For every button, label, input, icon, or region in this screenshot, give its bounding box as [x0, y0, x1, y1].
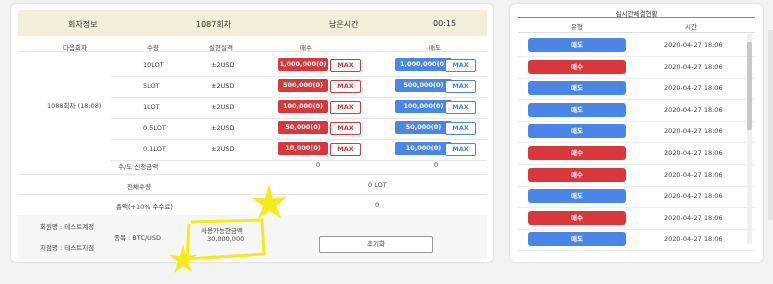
risk-cell: ±2USD [211, 124, 235, 132]
qty-cell: 0.1LOT [143, 145, 166, 153]
sell-type-badge: 매도 [528, 232, 626, 247]
risk-cell: ±2USD [211, 103, 235, 111]
realtime-header: 유형 시간 [518, 17, 755, 33]
reset-button[interactable]: 초기화 [319, 236, 433, 253]
sell-type-badge: 매도 [528, 102, 626, 117]
member-name: 회원명 : 테스트계정 [40, 223, 95, 231]
sell-max-button[interactable]: MAX [445, 80, 476, 93]
divider [111, 76, 487, 77]
sell-type-badge: 매도 [528, 38, 626, 52]
round-label: 회차정보 [68, 20, 98, 29]
buy-amount-button[interactable]: 500,000(0) [278, 79, 328, 92]
fee-sell-value: 0 [434, 161, 439, 169]
realtime-row: 매수 2020-04-27 18:06 [518, 143, 755, 165]
buy-max-button[interactable]: MAX [330, 122, 361, 135]
qty-cell: 10LOT [143, 61, 164, 69]
divider [111, 160, 487, 161]
realtime-row: 매수 2020-04-27 18:06 [518, 165, 755, 187]
round-header: 회차정보 1087회차 남은시간 00:15 [18, 10, 487, 36]
risk-cell: ±2USD [211, 61, 235, 69]
total-value: 0 [375, 201, 380, 209]
trade-time: 2020-04-27 18:06 [664, 41, 723, 49]
remaining-time: 00:15 [433, 19, 457, 28]
buy-type-badge: 매수 [528, 146, 626, 160]
col-type: 유형 [571, 23, 583, 31]
page-scrollbar[interactable] [768, 30, 773, 220]
col-time: 시간 [685, 23, 697, 31]
qty-cell: 1LOT [143, 103, 160, 111]
trade-time: 2020-04-27 18:06 [664, 105, 723, 114]
scrollbar-thumb[interactable] [747, 42, 752, 130]
sell-max-button[interactable]: MAX [445, 143, 476, 156]
fee-label: 수/도 신청금액 [118, 163, 159, 171]
realtime-row: 매도 2020-04-27 18:06 [518, 229, 755, 252]
sell-type-badge: 매도 [528, 81, 626, 96]
buy-type-badge: 매수 [528, 59, 626, 74]
realtime-row: 매도 2020-04-27 18:06 [518, 35, 755, 57]
trade-time: 2020-04-27 18:06 [664, 84, 723, 93]
sell-max-button[interactable]: MAX [445, 101, 476, 114]
divider [111, 97, 487, 98]
realtime-row: 매수 2020-04-27 18:06 [518, 208, 755, 230]
realtime-row: 매도 2020-04-27 18:06 [518, 121, 755, 144]
qty-cell: 0.5LOT [143, 124, 166, 132]
sell-amount-button[interactable]: 100,000(0) [395, 100, 452, 113]
sell-amount-button[interactable]: 10,000(0) [395, 142, 452, 155]
branch-name: 지점명 : 테스트지점 [40, 244, 95, 252]
fee-buy-value: 0 [316, 161, 321, 169]
buy-amount-button[interactable]: 10,000(0) [278, 142, 328, 155]
highlight-star [252, 184, 287, 219]
buy-amount-button[interactable]: 50,000(0) [278, 121, 328, 134]
buy-amount-button[interactable]: 1,000,000(0) [278, 58, 328, 71]
divider [111, 118, 487, 119]
trade-time: 2020-04-27 18:06 [664, 149, 723, 157]
trade-time: 2020-04-27 18:06 [664, 235, 723, 244]
sell-max-button[interactable]: MAX [445, 122, 476, 135]
total-qty-value: 0 LOT [368, 181, 387, 189]
trade-time: 2020-04-27 18:06 [664, 213, 723, 222]
round-value: 1087회차 [196, 20, 232, 29]
qty-cell: 5LOT [143, 82, 160, 90]
trade-time: 2020-04-27 18:06 [664, 170, 723, 179]
buy-type-badge: 매수 [528, 210, 626, 225]
trade-time: 2020-04-27 18:06 [664, 127, 723, 136]
sell-max-button[interactable]: MAX [445, 59, 476, 72]
buy-type-badge: 매수 [528, 167, 626, 182]
realtime-panel: 실시간체결현황 유형 시간 매도 2020-04-27 18:06 매수 2020-0… [510, 4, 763, 262]
sell-amount-button[interactable]: 500,000(0) [395, 79, 452, 92]
sell-type-badge: 매도 [528, 189, 626, 204]
buy-max-button[interactable]: MAX [330, 80, 361, 93]
trade-time: 2020-04-27 18:06 [664, 192, 723, 201]
realtime-row: 매도 2020-04-27 18:06 [518, 78, 755, 101]
buy-amount-button[interactable]: 100,000(0) [278, 100, 328, 113]
order-panel: 회차정보 1087회차 남은시간 00:15 다음회차 수량 실현실격 매수 매… [11, 4, 493, 273]
buy-max-button[interactable]: MAX [330, 101, 361, 114]
sell-type-badge: 매도 [528, 124, 626, 139]
total-qty-label: 전체수량 [127, 183, 151, 191]
divider [18, 174, 487, 175]
divider [18, 51, 487, 52]
next-round-value: 1088회차 (18:08) [47, 102, 102, 110]
realtime-row: 매도 2020-04-27 18:06 [518, 186, 755, 209]
realtime-row: 매수 2020-04-27 18:06 [518, 57, 755, 79]
scrollbar[interactable] [747, 34, 752, 244]
remaining-label: 남은시간 [329, 20, 359, 29]
risk-cell: ±2USD [211, 82, 235, 90]
item-name: 종목 : BTC/USD [114, 234, 161, 242]
risk-cell: ±2USD [211, 145, 235, 153]
trade-time: 2020-04-27 18:06 [664, 62, 723, 71]
highlight-box [185, 218, 266, 261]
highlight-annotation [169, 184, 287, 273]
buy-max-button[interactable]: MAX [330, 143, 361, 156]
buy-max-button[interactable]: MAX [330, 59, 361, 72]
divider [111, 139, 487, 140]
realtime-row: 매도 2020-04-27 18:06 [518, 100, 755, 122]
sell-amount-button[interactable]: 50,000(0) [395, 121, 452, 134]
sell-amount-button[interactable]: 1,000,000(0) [395, 58, 452, 71]
